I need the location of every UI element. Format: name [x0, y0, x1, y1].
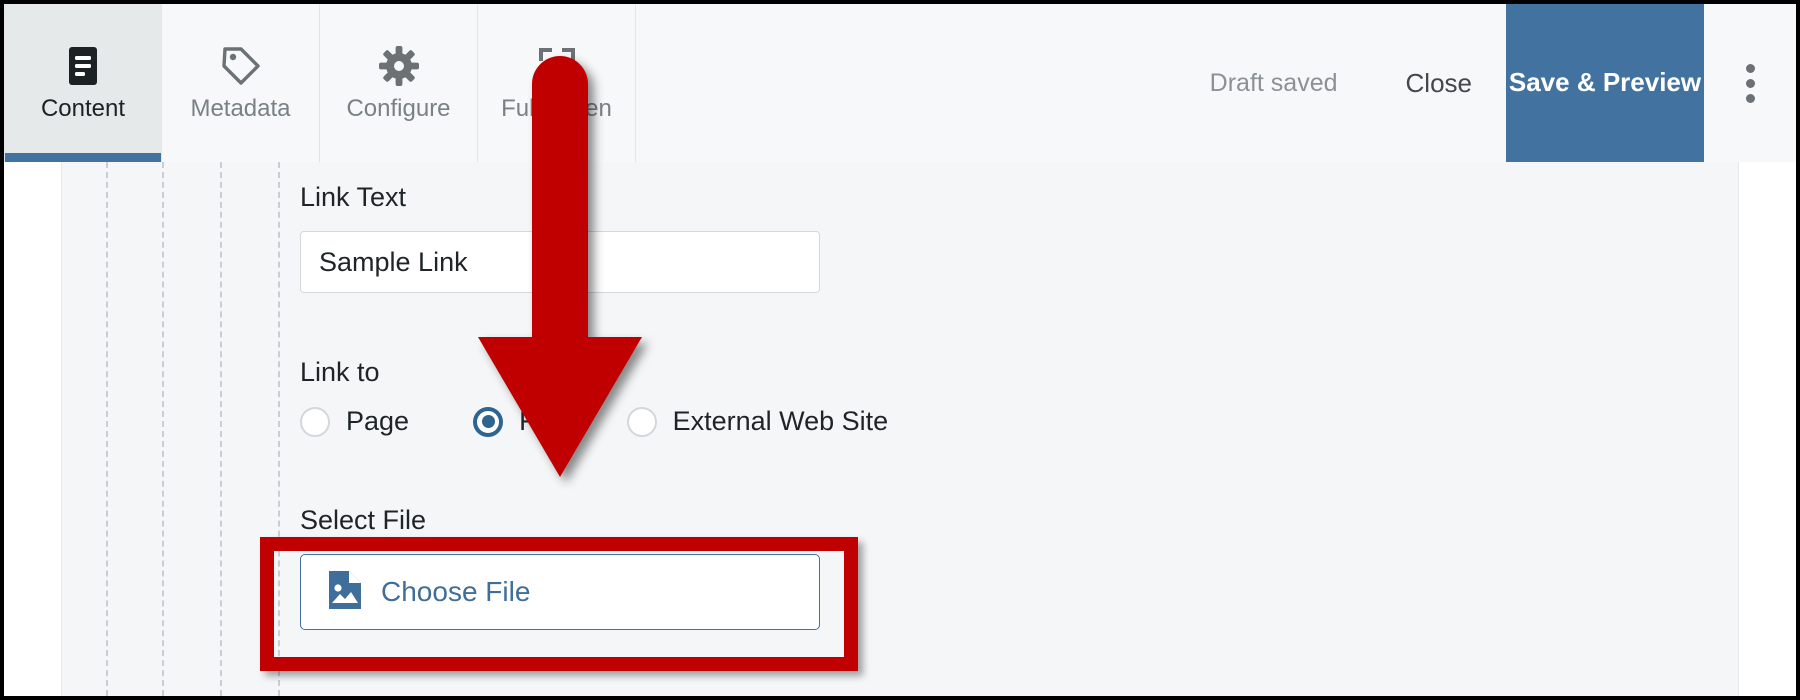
tab-metadata-label: Metadata [190, 95, 291, 122]
radio-option-page[interactable]: Page [300, 406, 409, 437]
save-and-preview-button[interactable]: Save & Preview [1506, 4, 1704, 162]
tab-configure[interactable]: Configure [320, 4, 478, 162]
overflow-menu-button[interactable] [1704, 4, 1796, 162]
field-select-file: Select File Choose File [300, 507, 820, 630]
radio-circle-page[interactable] [300, 406, 330, 437]
tab-metadata[interactable]: Metadata [162, 4, 320, 162]
radio-option-external-web-site[interactable]: External Web Site [626, 406, 889, 437]
link-to-label: Link to [300, 357, 380, 387]
tab-content[interactable]: Content [4, 4, 162, 162]
radio-circle-file[interactable] [473, 406, 504, 437]
file-image-icon [327, 569, 363, 616]
choose-file-label: Choose File [381, 576, 531, 607]
choose-file-button[interactable]: Choose File [300, 554, 820, 630]
tab-content-label: Content [40, 95, 126, 122]
stage-gutter-left [4, 162, 62, 696]
field-link-to: Link to Page File External Web Site [300, 359, 952, 437]
tab-configure-label: Configure [346, 95, 451, 122]
tag-icon [220, 45, 262, 87]
link-text-input[interactable] [300, 231, 820, 293]
document-lines-icon [63, 45, 103, 87]
stage-gutter-right [1738, 162, 1796, 696]
screenshot-root: Content Metadata Configure Fullscreen Dr… [0, 0, 1800, 700]
kebab-menu-icon [1745, 63, 1755, 103]
radio-label-page: Page [346, 406, 410, 436]
radio-option-file[interactable]: File [473, 406, 563, 437]
field-link-text: Link Text [300, 184, 820, 293]
gear-icon [378, 45, 420, 87]
editor-toolbar: Content Metadata Configure Fullscreen Dr… [4, 4, 1796, 162]
tab-fullscreen-label: Fullscreen [501, 95, 612, 122]
toolbar-tab-group: Content Metadata Configure Fullscreen [4, 4, 636, 162]
close-button[interactable]: Close [1372, 4, 1506, 162]
content-panel: Link Text Link to Page File [62, 162, 1738, 696]
link-to-radio-group: Page File External Web Site [300, 406, 952, 437]
fullscreen-icon [537, 45, 577, 87]
link-text-label: Link Text [300, 182, 407, 212]
select-file-label: Select File [300, 505, 427, 535]
editor-stage: Link Text Link to Page File [4, 162, 1796, 696]
radio-label-external-web-site: External Web Site [672, 406, 889, 436]
draft-status: Draft saved [1209, 68, 1338, 97]
column-guide [106, 162, 108, 696]
tab-fullscreen[interactable]: Fullscreen [478, 4, 636, 162]
radio-circle-external-web-site[interactable] [626, 406, 657, 437]
column-guide [220, 162, 222, 696]
radio-label-file: File [519, 406, 563, 436]
column-guide [278, 162, 280, 696]
column-guide [162, 162, 164, 696]
toolbar-actions: Draft saved Close Save & Preview [1176, 4, 1796, 162]
